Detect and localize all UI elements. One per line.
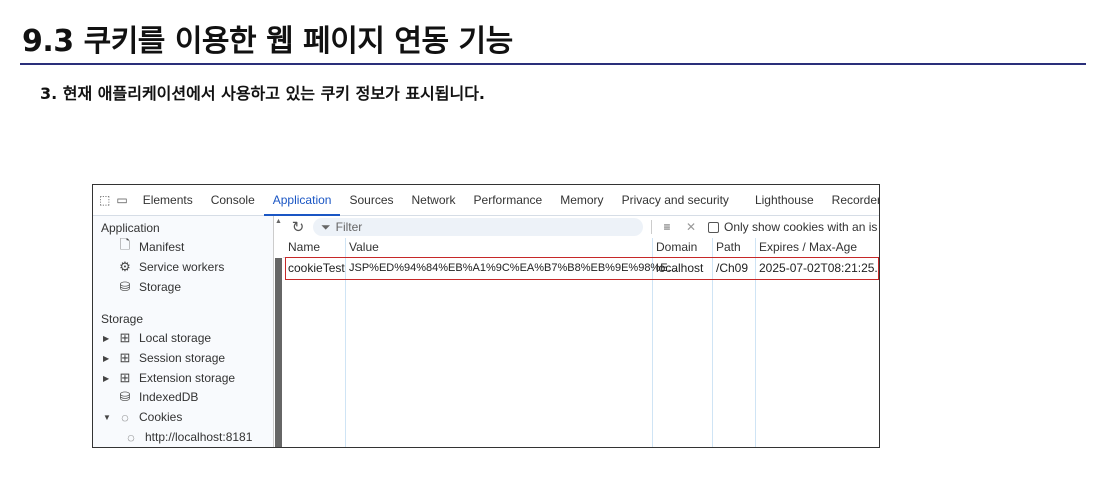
cookie-icon: ◌ <box>121 409 129 425</box>
scroll-up-icon[interactable]: ▲ <box>274 218 283 225</box>
document-icon: 🗋 <box>119 237 131 252</box>
sidebar-item-local-storage[interactable]: ▶ ⊞ Local storage <box>103 329 211 347</box>
expand-arrow-icon[interactable]: ▶ <box>103 354 115 363</box>
tab-console[interactable]: Console <box>202 185 264 216</box>
tab-network[interactable]: Network <box>403 185 465 216</box>
tab-memory[interactable]: Memory <box>551 185 612 216</box>
gears-icon: ⚙ <box>119 259 131 274</box>
column-header-name[interactable]: Name <box>288 240 320 254</box>
column-header-domain[interactable]: Domain <box>656 240 697 254</box>
table-icon: ⊞ <box>119 330 131 345</box>
scrollbar-thumb[interactable] <box>275 258 282 447</box>
tab-performance[interactable]: Performance <box>465 185 552 216</box>
inspect-element-icon[interactable]: ⬚ <box>99 193 110 207</box>
sidebar-item-cookie-origin[interactable]: ◌ http://localhost:8181 <box>121 428 252 446</box>
column-header-value[interactable]: Value <box>349 240 379 254</box>
title-divider <box>20 63 1086 65</box>
sidebar-header-storage: Storage <box>101 312 144 326</box>
cookie-icon: ◌ <box>127 429 135 445</box>
tab-recorder[interactable]: Recorder <box>823 185 879 216</box>
sidebar-item-extension-storage[interactable]: ▶ ⊞ Extension storage <box>103 369 235 387</box>
filter-icon: ⏷ <box>321 219 331 234</box>
sidebar-scrollbar[interactable]: ▲ <box>273 216 282 447</box>
sidebar-item-session-storage[interactable]: ▶ ⊞ Session storage <box>103 349 225 367</box>
database-icon: ⛁ <box>119 389 131 404</box>
column-header-expires[interactable]: Expires / Max-Age <box>759 240 857 254</box>
collapse-arrow-icon[interactable]: ▼ <box>103 413 115 422</box>
device-toolbar-icon[interactable]: ▭ <box>116 193 127 207</box>
tab-sources[interactable]: Sources <box>340 185 402 216</box>
clear-filtered-cookies-icon[interactable]: ≡ <box>658 220 676 234</box>
database-icon: ⛁ <box>119 279 131 294</box>
sidebar-item-manifest[interactable]: 🗋 Manifest <box>103 237 185 256</box>
only-show-issues-label: Only show cookies with an is <box>724 220 878 234</box>
expand-arrow-icon[interactable]: ▶ <box>103 374 115 383</box>
application-sidebar: Application 🗋 Manifest ⚙ Service workers ⛁… <box>93 216 273 447</box>
sidebar-item-indexeddb[interactable]: ⛁ IndexedDB <box>103 388 199 406</box>
delete-selected-icon[interactable]: ✕ <box>682 220 700 234</box>
cookie-toolbar: ↻ ⏷ Filter ≡ ✕ Only show cookies with an … <box>283 216 879 238</box>
column-header-path[interactable]: Path <box>716 240 741 254</box>
sidebar-item-service-workers[interactable]: ⚙ Service workers <box>103 258 224 276</box>
table-icon: ⊞ <box>119 370 131 385</box>
devtools-panel: ⬚ ▭ Elements Console Application Sources… <box>92 184 880 448</box>
sidebar-header-application: Application <box>101 221 160 235</box>
sidebar-item-cookies[interactable]: ▼ ◌ Cookies <box>103 408 182 426</box>
filter-input[interactable]: ⏷ Filter <box>313 218 643 236</box>
tab-privacy-security[interactable]: Privacy and security <box>613 185 738 216</box>
cookie-table-panel: ↻ ⏷ Filter ≡ ✕ Only show cookies with an … <box>283 216 879 447</box>
devtools-tab-bar: ⬚ ▭ Elements Console Application Sources… <box>93 185 879 216</box>
slide-subtitle: 3. 현재 애플리케이션에서 사용하고 있는 쿠키 정보가 표시됩니다. <box>40 84 486 103</box>
highlight-box <box>285 257 879 280</box>
only-show-issues-checkbox[interactable] <box>708 221 719 233</box>
slide-title: 9.3 쿠키를 이용한 웹 페이지 연동 기능 <box>22 24 513 59</box>
expand-arrow-icon[interactable]: ▶ <box>103 334 115 343</box>
tab-lighthouse[interactable]: Lighthouse <box>746 185 823 216</box>
refresh-icon[interactable]: ↻ <box>289 218 307 236</box>
tab-application[interactable]: Application <box>263 185 341 216</box>
sidebar-item-storage[interactable]: ⛁ Storage <box>103 278 181 296</box>
tab-elements[interactable]: Elements <box>134 185 202 216</box>
table-icon: ⊞ <box>119 350 131 365</box>
